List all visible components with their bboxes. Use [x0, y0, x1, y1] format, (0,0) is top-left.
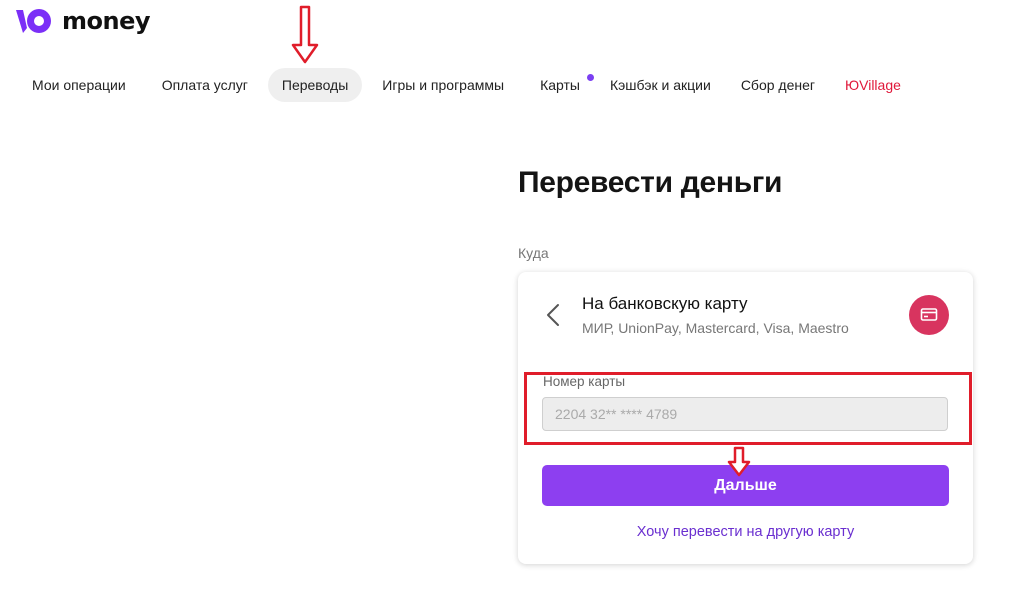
nav-item-games[interactable]: Игры и программы	[368, 68, 518, 102]
card-field-highlight	[524, 372, 972, 445]
method-subtitle: МИР, UnionPay, Mastercard, Visa, Maestro	[582, 320, 849, 336]
brand-name: money	[62, 7, 151, 35]
nav-item-cards[interactable]: Карты	[526, 68, 602, 102]
method-title: На банковскую карту	[582, 294, 748, 313]
page-title: Перевести деньги	[518, 166, 783, 199]
arrow-down-icon	[727, 446, 751, 477]
nav-item-my-operations[interactable]: Мои операции	[18, 68, 140, 102]
card-icon	[909, 295, 949, 335]
nav-item-cards-label: Карты	[540, 77, 580, 93]
nav-item-fundraising[interactable]: Сбор денег	[727, 68, 829, 102]
nav-item-payments[interactable]: Оплата услуг	[148, 68, 262, 102]
notification-dot-icon	[586, 74, 594, 81]
nav-item-cashback[interactable]: Кэшбэк и акции	[596, 68, 725, 102]
nav-item-yuvillage[interactable]: ЮVillage	[831, 68, 915, 102]
main-nav: Мои операции Оплата услуг Переводы Игры …	[18, 68, 915, 102]
money-logo-icon	[16, 9, 51, 33]
destination-label: Куда	[518, 245, 549, 261]
chevron-left-icon[interactable]	[544, 302, 562, 328]
nav-item-transfers[interactable]: Переводы	[267, 68, 363, 102]
brand-logo[interactable]: money	[14, 6, 151, 36]
other-card-link[interactable]: Хочу перевести на другую карту	[518, 524, 973, 540]
arrow-down-icon	[291, 5, 319, 64]
